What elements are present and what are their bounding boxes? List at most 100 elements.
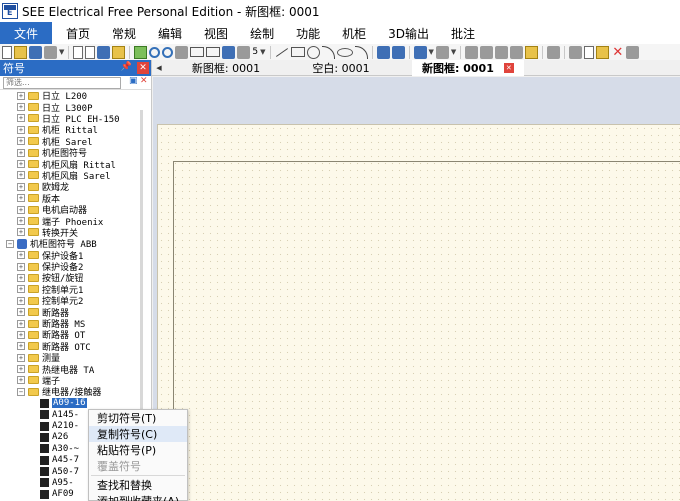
expand-icon[interactable]: + <box>17 216 25 225</box>
draw-spline-icon[interactable] <box>354 45 368 59</box>
document-tab[interactable]: 新图框: 0001 <box>166 60 286 76</box>
new-document-icon[interactable] <box>2 45 12 59</box>
expand-icon[interactable]: + <box>17 273 25 282</box>
tree-item[interactable]: + 控制单元2 <box>0 295 150 307</box>
ribbon-tab-home[interactable]: 首页 <box>66 25 90 42</box>
tree-item[interactable]: + 断路器 OTC <box>0 341 150 353</box>
ribbon-file-tab[interactable]: 文件 <box>0 22 52 44</box>
arrange-icon[interactable] <box>495 45 509 59</box>
open-folder-icon[interactable] <box>14 45 27 59</box>
panel-close-icon[interactable]: ✕ <box>137 62 149 74</box>
filter-apply-icon[interactable]: ▣ <box>129 77 138 86</box>
context-menu-item[interactable]: 复制符号(C) <box>89 426 187 442</box>
ribbon-tab-function[interactable]: 功能 <box>296 25 320 42</box>
zoom-out-icon[interactable] <box>149 46 161 58</box>
connect-icon[interactable] <box>510 45 524 59</box>
collapse-icon[interactable]: − <box>6 239 14 248</box>
expand-icon[interactable]: + <box>17 125 25 134</box>
ribbon-tab-annotation[interactable]: 批注 <box>451 25 475 42</box>
expand-icon[interactable]: + <box>17 205 25 214</box>
expand-icon[interactable]: + <box>17 228 25 237</box>
expand-icon[interactable]: + <box>17 319 25 328</box>
expand-icon[interactable]: + <box>17 160 25 169</box>
redo-icon[interactable] <box>435 45 449 59</box>
align-icon[interactable] <box>480 45 494 59</box>
expand-icon[interactable]: + <box>17 148 25 157</box>
ribbon-tab-view[interactable]: 视图 <box>204 25 228 42</box>
properties-icon[interactable] <box>112 45 126 59</box>
expand-icon[interactable]: + <box>17 251 25 260</box>
document-tab-active[interactable]: 新图框: 0001 ✕ <box>412 59 524 76</box>
draw-line-icon[interactable] <box>275 47 288 57</box>
print-preview-icon[interactable] <box>73 45 84 59</box>
filter-clear-icon[interactable]: ✕ <box>140 77 149 86</box>
zoom-extents-icon[interactable] <box>206 47 221 57</box>
expand-icon[interactable]: + <box>17 330 25 339</box>
tree-item[interactable]: − 继电器/接触器 <box>0 386 150 398</box>
expand-icon[interactable]: + <box>17 137 25 146</box>
select-cursor-icon[interactable] <box>547 45 561 59</box>
zoom-window-icon[interactable] <box>190 47 205 57</box>
text-icon[interactable] <box>376 45 390 59</box>
drawing-sheet[interactable] <box>157 124 680 501</box>
context-menu-item[interactable]: 添加到收藏夹(A) <box>89 493 187 501</box>
pan-hand-icon[interactable] <box>175 45 189 59</box>
export-icon[interactable] <box>97 45 111 59</box>
delete-icon[interactable]: ✕ <box>611 46 624 59</box>
redo-dropdown-icon[interactable]: ▼ <box>451 48 456 56</box>
tree-item[interactable]: A09-16 <box>0 398 150 409</box>
grid-icon[interactable] <box>237 45 251 59</box>
ribbon-tab-cabinet[interactable]: 机柜 <box>342 25 366 42</box>
context-menu-item[interactable]: 查找和替换 <box>89 477 187 493</box>
tree-item[interactable]: + 欧姆龙 <box>0 181 150 193</box>
expand-icon[interactable]: + <box>17 296 25 305</box>
expand-icon[interactable]: + <box>17 114 25 123</box>
snap-icon[interactable] <box>222 45 236 59</box>
draw-ellipse-icon[interactable] <box>336 47 353 57</box>
collapse-icon[interactable]: − <box>17 387 25 396</box>
zoom-in-icon[interactable] <box>162 46 174 58</box>
print-dropdown-icon[interactable]: ▼ <box>59 48 64 56</box>
distribute-horizontal-icon[interactable] <box>465 45 479 59</box>
copy-icon[interactable] <box>584 45 595 59</box>
paste-icon[interactable] <box>596 45 610 59</box>
page-icon[interactable] <box>85 45 96 59</box>
group-icon[interactable] <box>525 45 539 59</box>
print-icon[interactable] <box>44 45 57 59</box>
undo-icon[interactable] <box>413 45 427 59</box>
undo-dropdown-icon[interactable]: ▼ <box>429 48 434 56</box>
context-menu-item[interactable]: 剪切符号(T) <box>89 410 187 426</box>
ribbon-tab-edit[interactable]: 编辑 <box>158 25 182 42</box>
expand-icon[interactable]: + <box>17 308 25 317</box>
grid-dropdown-icon[interactable]: ▼ <box>260 48 265 56</box>
expand-icon[interactable]: + <box>17 262 25 271</box>
expand-icon[interactable]: + <box>17 376 25 385</box>
expand-icon[interactable]: + <box>17 342 25 351</box>
context-menu-item[interactable]: 粘贴符号(P) <box>89 442 187 458</box>
ribbon-tab-3d-output[interactable]: 3D输出 <box>388 25 429 42</box>
more-tools-icon[interactable] <box>626 45 640 59</box>
drawing-workspace[interactable] <box>153 77 680 501</box>
expand-icon[interactable]: + <box>17 182 25 191</box>
filter-input[interactable] <box>3 76 121 89</box>
expand-icon[interactable]: + <box>17 103 25 112</box>
tree-item[interactable]: + 热继电器 TA <box>0 363 150 376</box>
expand-icon[interactable]: + <box>17 285 25 294</box>
fill-icon[interactable] <box>391 45 405 59</box>
pin-icon[interactable]: 📌 <box>121 62 132 72</box>
draw-arc-icon[interactable] <box>321 45 335 59</box>
document-tab[interactable]: 空白: 0001 <box>286 60 396 76</box>
expand-icon[interactable]: + <box>17 91 25 100</box>
expand-icon[interactable]: + <box>17 353 25 362</box>
ribbon-tab-draw[interactable]: 绘制 <box>250 25 274 42</box>
draw-circle-icon[interactable] <box>306 45 320 59</box>
expand-icon[interactable]: + <box>17 171 25 180</box>
tree-item[interactable]: + 机柜风扇 Sarel <box>0 170 150 182</box>
cut-icon[interactable] <box>569 45 583 59</box>
grid-size-value[interactable]: 5 <box>252 47 258 57</box>
expand-icon[interactable]: + <box>17 365 25 374</box>
draw-rectangle-icon[interactable] <box>290 47 305 57</box>
save-icon[interactable] <box>29 45 42 59</box>
tab-scroll-left-icon[interactable]: ◀ <box>152 64 166 72</box>
tab-close-icon[interactable]: ✕ <box>503 62 514 73</box>
